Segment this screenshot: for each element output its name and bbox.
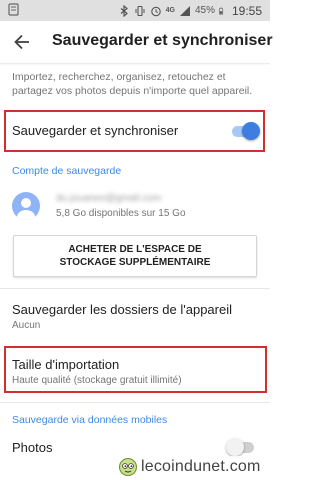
- storage-available: 5,8 Go disponibles sur 15 Go: [56, 208, 186, 219]
- clock: 19:55: [231, 3, 262, 18]
- status-bar: 4G 45% 19:55: [0, 0, 270, 21]
- account-email: du.jouaneo@gmail.com: [56, 193, 162, 204]
- watermark-logo-icon: [119, 458, 137, 476]
- battery-percent: 45%: [194, 5, 215, 16]
- watermark-text: lecoindunet.com: [141, 458, 261, 475]
- battery-icon: [218, 7, 224, 15]
- alarm-icon: [150, 6, 161, 16]
- divider: [0, 402, 270, 403]
- app-bar: Sauvegarder et synchroniser: [0, 21, 273, 63]
- toggle-thumb: [226, 438, 244, 456]
- arrow-back-icon[interactable]: [12, 32, 32, 52]
- backup-account-heading: Compte de sauvegarde: [12, 165, 122, 177]
- page-title: Sauvegarder et synchroniser: [52, 32, 273, 49]
- app-bar-shadow: [0, 63, 270, 65]
- buy-storage-button[interactable]: ACHETER DE L'ESPACE DE STOCKAGE SUPPLÉME…: [13, 235, 257, 277]
- toggle-thumb: [242, 122, 260, 140]
- backup-sync-toggle[interactable]: [230, 121, 260, 141]
- backup-sync-label: Sauvegarder et synchroniser: [12, 123, 179, 138]
- signal-icon: [179, 5, 190, 16]
- divider: [0, 288, 270, 289]
- avatar: [12, 192, 40, 220]
- mobile-data-heading: Sauvegarde via données mobiles: [12, 414, 168, 426]
- status-icons: 4G 45% 19:55: [118, 0, 262, 21]
- photos-label: Photos: [12, 440, 53, 455]
- device-folders-label: Sauvegarder les dossiers de l'appareil: [12, 302, 232, 317]
- bluetooth-icon: [120, 4, 128, 17]
- photos-toggle[interactable]: [226, 437, 256, 457]
- person-icon: [17, 198, 35, 220]
- upload-size-label: Taille d'importation: [12, 357, 120, 372]
- upload-size-value: Haute qualité (stockage gratuit illimité…: [12, 375, 182, 386]
- notification-icon: [8, 3, 19, 16]
- watermark: lecoindunet.com: [118, 456, 268, 478]
- device-folders-value: Aucun: [12, 320, 41, 331]
- vibrate-icon: [135, 5, 145, 16]
- network-4g-icon: 4G: [165, 7, 175, 14]
- intro-description: Importez, recherchez, organisez, retouch…: [12, 71, 253, 97]
